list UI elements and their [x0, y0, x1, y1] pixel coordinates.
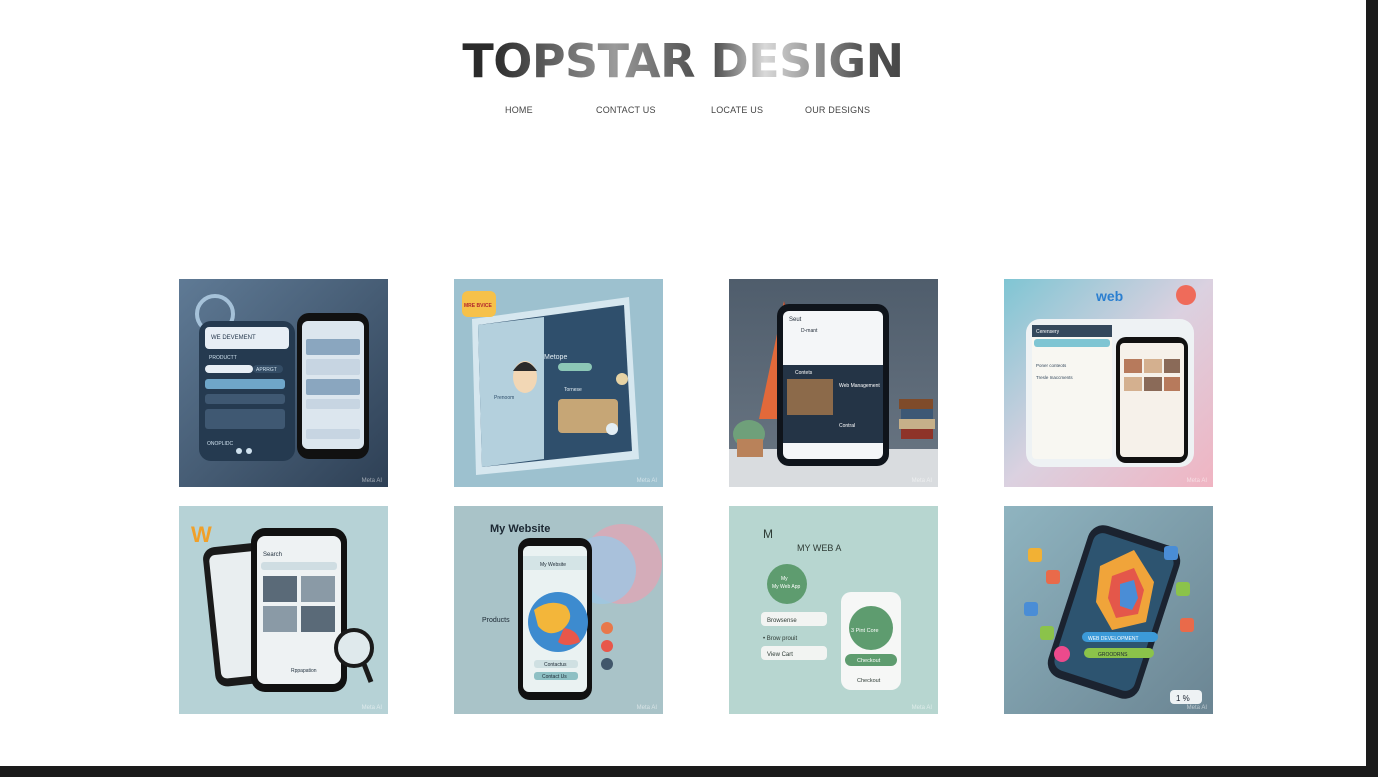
page: TOPSTAR DESIGN HOME CONTACT US LOCATE US…: [0, 0, 1366, 766]
tile-text: Cerensery: [1036, 329, 1060, 335]
tile-text: Tresle Inaccments: [1036, 375, 1073, 380]
tile-text: PRODUCTT: [209, 355, 237, 361]
tile-text: APRRGT: [256, 367, 277, 373]
tile-text: View Cart: [767, 652, 793, 658]
tile-text: MY WEB A: [797, 543, 841, 553]
watermark: Meta AI: [636, 478, 657, 484]
tile-text: Contact Us: [542, 674, 567, 680]
window-edge: [0, 766, 1378, 777]
gallery-image[interactable]: WE DEVEMENT PRODUCTT APRRGT ONOPLIDC Met…: [179, 279, 388, 487]
tile-text: Browsense: [767, 618, 797, 624]
tile-text: web: [1095, 288, 1123, 304]
watermark: Meta AI: [361, 478, 382, 484]
tile-text: Products: [482, 617, 510, 624]
tile-text: WE DEVEMENT: [211, 335, 256, 341]
tile-text: Contral: [839, 423, 855, 429]
tile-text: WEB DEVELOPMENT: [1088, 636, 1139, 642]
brand-logo[interactable]: TOPSTAR DESIGN: [0, 34, 1366, 88]
nav-locate-us[interactable]: LOCATE US: [711, 105, 763, 115]
svg-text:My: My: [781, 576, 788, 582]
web-app-checkout-illustration: M MY WEB A My My Web App Browsense • Bro…: [729, 506, 938, 714]
tile-text: Web Management: [839, 383, 880, 389]
watermark: Meta AI: [1186, 478, 1207, 484]
nav-our-designs[interactable]: OUR DESIGNS: [805, 105, 870, 115]
watermark: Meta AI: [911, 478, 932, 484]
gallery-image[interactable]: M MY WEB A My My Web App Browsense • Bro…: [729, 506, 938, 714]
tile-text: D-mant: [801, 328, 818, 334]
tile-text: MRE BVICE: [464, 303, 492, 309]
tile-text: Tornese: [564, 387, 582, 393]
watermark: Meta AI: [1186, 705, 1207, 711]
tile-text: Checkout: [857, 678, 881, 684]
tile-text: My Website: [540, 562, 566, 568]
tile-text: 3 Pint Core: [851, 628, 879, 634]
design-gallery: WE DEVEMENT PRODUCTT APRRGT ONOPLIDC Met…: [179, 279, 1213, 715]
main-nav: HOME CONTACT US LOCATE US OUR DESIGNS: [0, 105, 1366, 119]
phone-desk-illustration: Seut D-mant Contets Web Management Contr…: [729, 279, 938, 487]
watermark: Meta AI: [911, 705, 932, 711]
nav-home[interactable]: HOME: [505, 105, 533, 115]
tile-text: Seut: [789, 317, 802, 323]
gallery-image[interactable]: MRE BVICE Metope Prenoom Tornese Meta AI: [454, 279, 663, 487]
tile-text: GROODRNS: [1098, 652, 1128, 658]
tile-text: Search: [263, 552, 282, 558]
tablet-mockup-illustration: MRE BVICE Metope Prenoom Tornese: [454, 279, 663, 487]
tile-text: ONOPLIDC: [207, 441, 234, 447]
gallery-image[interactable]: Seut D-mant Contets Web Management Contr…: [729, 279, 938, 487]
tile-text: Checkout: [857, 658, 881, 664]
watermark: Meta AI: [636, 705, 657, 711]
tile-text: Metope: [544, 354, 567, 361]
tile-text: 1 %: [1176, 694, 1190, 703]
gallery-image[interactable]: web Cerensery Poner conteots Tresle Inac…: [1004, 279, 1213, 487]
tile-text: Contets: [795, 370, 813, 376]
svg-text:W: W: [191, 522, 212, 547]
gallery-image[interactable]: WEB DEVELOPMENT GROODRNS 1 % Meta AI: [1004, 506, 1213, 714]
web-development-icons-illustration: WEB DEVELOPMENT GROODRNS 1 %: [1004, 506, 1213, 714]
watermark: Meta AI: [361, 705, 382, 711]
window-edge: [1366, 0, 1378, 777]
app-mockup-illustration: WE DEVEMENT PRODUCTT APRRGT ONOPLIDC: [179, 279, 388, 487]
tile-text: My Website: [490, 523, 550, 535]
tile-text: My Web App: [772, 584, 800, 590]
gallery-image[interactable]: My Website My Website Products Contactus…: [454, 506, 663, 714]
gallery-image[interactable]: W Search Rppapation Meta AI: [179, 506, 388, 714]
phones-search-illustration: W Search Rppapation: [179, 506, 388, 714]
tile-text: Prenoom: [494, 395, 514, 401]
globe-website-illustration: My Website My Website Products Contactus…: [454, 506, 663, 714]
svg-text:M: M: [763, 527, 773, 541]
tile-text: • Brow prouit: [763, 636, 797, 642]
tile-text: Contactus: [544, 662, 567, 668]
web-phone-illustration: web Cerensery Poner conteots Tresle Inac…: [1004, 279, 1213, 487]
tile-text: Rppapation: [291, 668, 317, 674]
tile-text: Poner conteots: [1036, 363, 1067, 368]
nav-contact-us[interactable]: CONTACT US: [596, 105, 656, 115]
